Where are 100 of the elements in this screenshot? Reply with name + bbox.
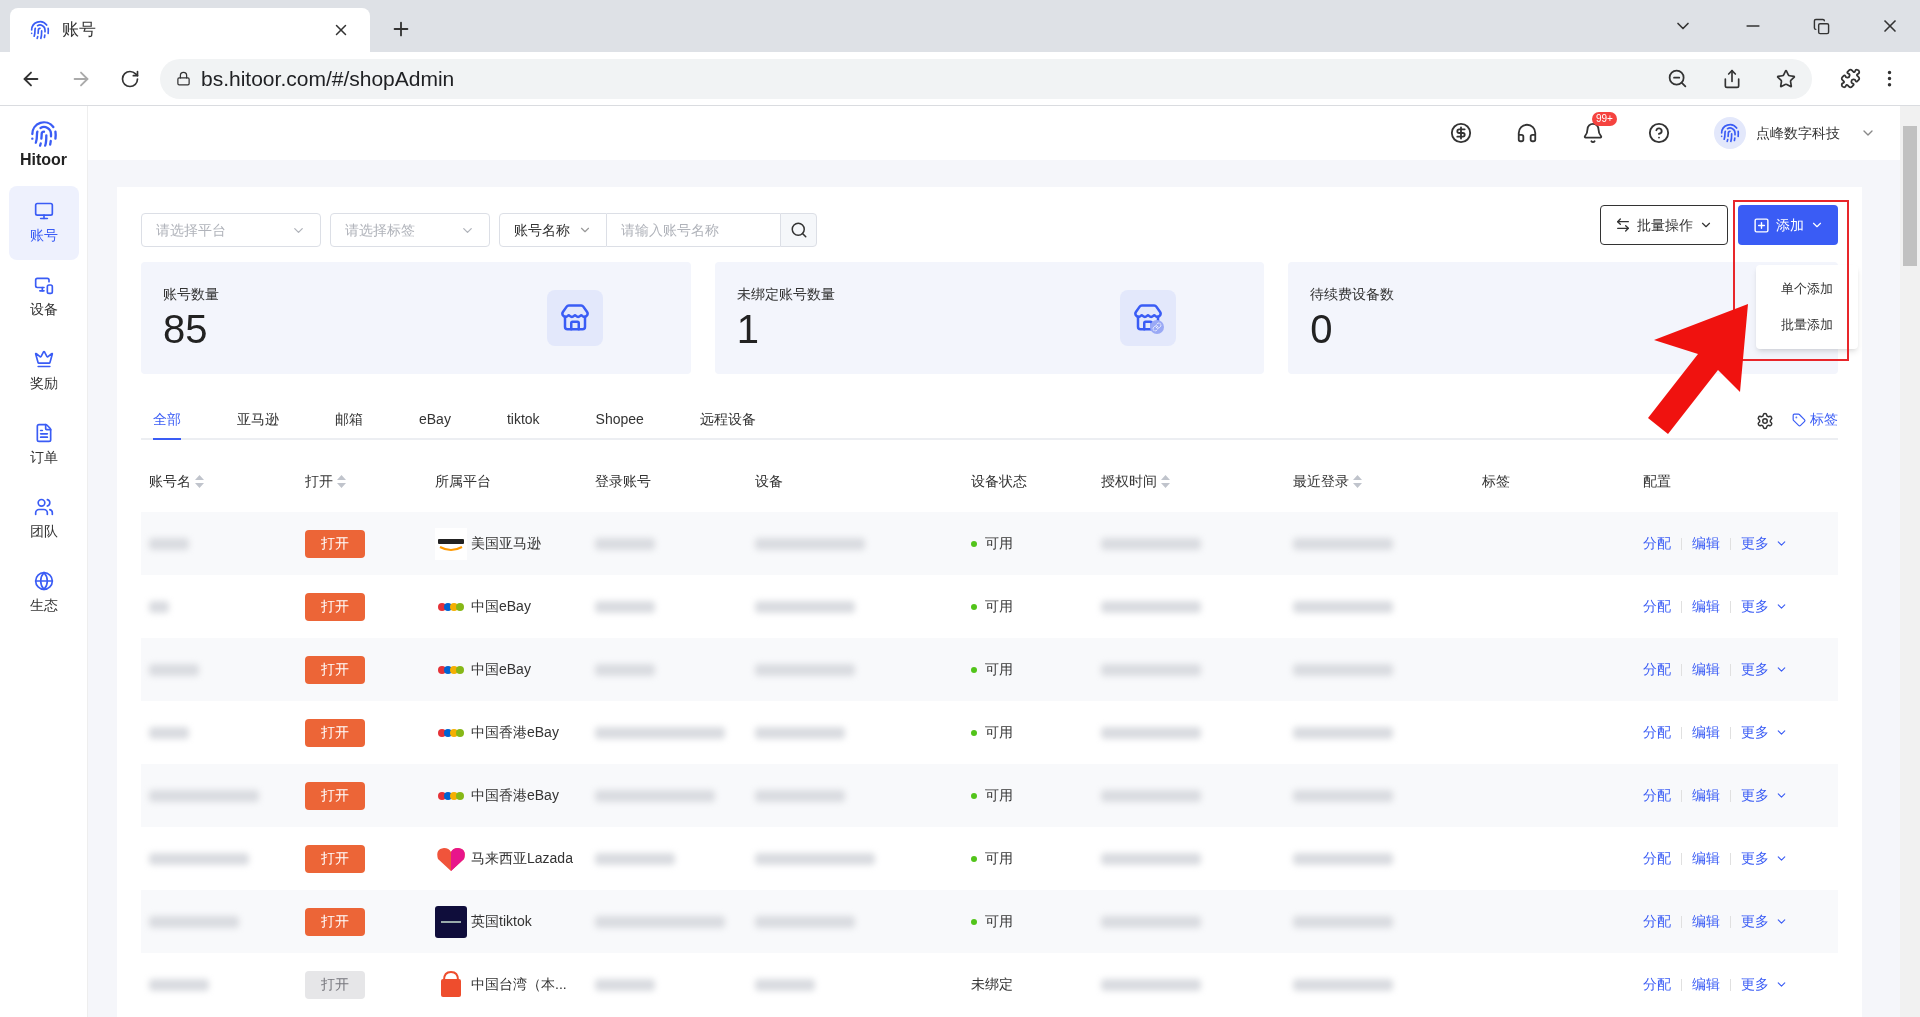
action-link[interactable]: 更多 [1741, 848, 1788, 869]
device-status: 可用 [985, 660, 1013, 679]
action-link[interactable]: 分配 [1643, 911, 1671, 932]
tab[interactable]: Shopee [595, 409, 644, 440]
action-link[interactable]: 编辑 [1692, 596, 1720, 617]
platform-name: 中国台湾（本... [471, 975, 567, 994]
star-icon[interactable] [1776, 68, 1796, 89]
open-button[interactable]: 打开 [305, 718, 365, 747]
blurred-text [149, 726, 189, 739]
blurred-text [149, 663, 199, 676]
action-link[interactable]: 编辑 [1692, 533, 1720, 554]
column-header: 设备 [755, 471, 783, 491]
tab-title: 账号 [62, 19, 97, 42]
add-button[interactable]: 添加 [1738, 205, 1838, 245]
plus-square-icon[interactable] [1752, 216, 1770, 234]
crown-icon [33, 348, 54, 369]
tab[interactable]: 全部 [153, 409, 181, 440]
action-link[interactable]: 编辑 [1692, 974, 1720, 995]
notification-badge: 99+ [1592, 112, 1617, 126]
action-link[interactable]: 更多 [1741, 596, 1788, 617]
sidebar-item[interactable]: 生态 [8, 556, 79, 630]
sidebar-item[interactable]: 账号 [8, 186, 79, 260]
search-field[interactable]: 请输入账号名称 [607, 213, 780, 247]
search-icon[interactable] [789, 221, 808, 239]
extensions-icon[interactable] [1840, 68, 1861, 89]
tab[interactable]: 远程设备 [699, 409, 756, 440]
open-button[interactable]: 打开 [305, 781, 365, 810]
tab[interactable]: 亚马逊 [237, 409, 279, 440]
color-dots-icon [437, 601, 465, 612]
action-link[interactable]: 编辑 [1692, 785, 1720, 806]
share-icon[interactable] [1722, 68, 1742, 89]
column-header: 打开 [305, 471, 333, 491]
tab[interactable]: tiktok [506, 409, 540, 440]
menu-item[interactable]: 批量添加 [1756, 307, 1858, 343]
action-link[interactable]: 分配 [1643, 785, 1671, 806]
color-dots-icon [437, 727, 465, 738]
sidebar-item[interactable]: 团队 [8, 482, 79, 556]
blurred-text [595, 600, 655, 613]
browser-tab[interactable]: 账号 [10, 8, 370, 52]
stat-value: 1 [736, 305, 760, 353]
blurred-text [149, 978, 209, 991]
field-select[interactable]: 账号名称 [499, 213, 607, 247]
user-menu[interactable]: 点峰数字科技 [1714, 117, 1876, 149]
batch-button[interactable]: 批量操作 [1600, 205, 1728, 245]
reload-icon[interactable] [120, 68, 140, 89]
headset-icon[interactable] [1516, 122, 1538, 144]
open-button[interactable]: 打开 [305, 529, 365, 558]
search-button[interactable] [780, 213, 817, 247]
tag-link[interactable]: 标签 [1792, 409, 1838, 430]
avatar [1714, 117, 1746, 149]
sidebar-item[interactable]: 奖励 [8, 334, 79, 408]
platform-name: 中国eBay [471, 660, 531, 679]
action-link[interactable]: 分配 [1643, 974, 1671, 995]
action-link[interactable]: 更多 [1741, 911, 1788, 932]
action-link[interactable]: 更多 [1741, 722, 1788, 743]
zoom-out-icon[interactable] [1667, 68, 1688, 89]
open-button[interactable]: 打开 [305, 844, 365, 873]
blurred-text [595, 537, 655, 550]
bell-icon[interactable] [1582, 122, 1604, 144]
scrollbar[interactable] [1900, 106, 1920, 1017]
device-status: 可用 [985, 786, 1013, 805]
stat-label: 未绑定账号数量 [736, 284, 835, 304]
tab[interactable]: eBay [419, 409, 451, 440]
open-button[interactable]: 打开 [305, 907, 365, 936]
settings-icon[interactable] [1756, 412, 1774, 430]
action-link[interactable]: 分配 [1643, 533, 1671, 554]
money-icon[interactable] [1450, 122, 1472, 144]
action-link[interactable]: 编辑 [1692, 722, 1720, 743]
help-icon[interactable] [1648, 122, 1670, 144]
action-link[interactable]: 分配 [1643, 596, 1671, 617]
fingerprint-icon [30, 20, 50, 40]
action-link[interactable]: 更多 [1741, 974, 1788, 995]
action-link[interactable]: 更多 [1741, 659, 1788, 680]
action-link[interactable]: 分配 [1643, 722, 1671, 743]
fingerprint-icon [29, 120, 58, 148]
sidebar-item[interactable]: 设备 [8, 260, 79, 334]
action-link[interactable]: 分配 [1643, 848, 1671, 869]
tag-icon[interactable] [1792, 412, 1806, 427]
column-header: 最近登录 [1293, 471, 1349, 491]
device-status: 可用 [985, 597, 1013, 616]
lock-icon [176, 71, 191, 86]
open-button[interactable]: 打开 [305, 592, 365, 621]
tab[interactable]: 邮箱 [335, 409, 363, 440]
device-status: 可用 [985, 912, 1013, 931]
action-link[interactable]: 编辑 [1692, 911, 1720, 932]
action-link[interactable]: 更多 [1741, 533, 1788, 554]
action-link[interactable]: 编辑 [1692, 848, 1720, 869]
action-link[interactable]: 编辑 [1692, 659, 1720, 680]
address-bar[interactable]: bs.hitoor.com/#/shopAdmin [160, 58, 1812, 99]
platform-name: 马来西亚Lazada [471, 849, 573, 868]
action-link[interactable]: 分配 [1643, 659, 1671, 680]
sidebar-item[interactable]: 订单 [8, 408, 79, 482]
action-link[interactable]: 更多 [1741, 785, 1788, 806]
swap-icon[interactable] [1615, 217, 1631, 233]
menu-item[interactable]: 单个添加 [1756, 271, 1858, 307]
blurred-text [595, 663, 655, 676]
stat-label: 待续费设备数 [1310, 284, 1395, 304]
open-button[interactable]: 打开 [305, 655, 365, 684]
stat-value: 85 [163, 305, 209, 353]
restore-icon[interactable] [1813, 17, 1830, 35]
